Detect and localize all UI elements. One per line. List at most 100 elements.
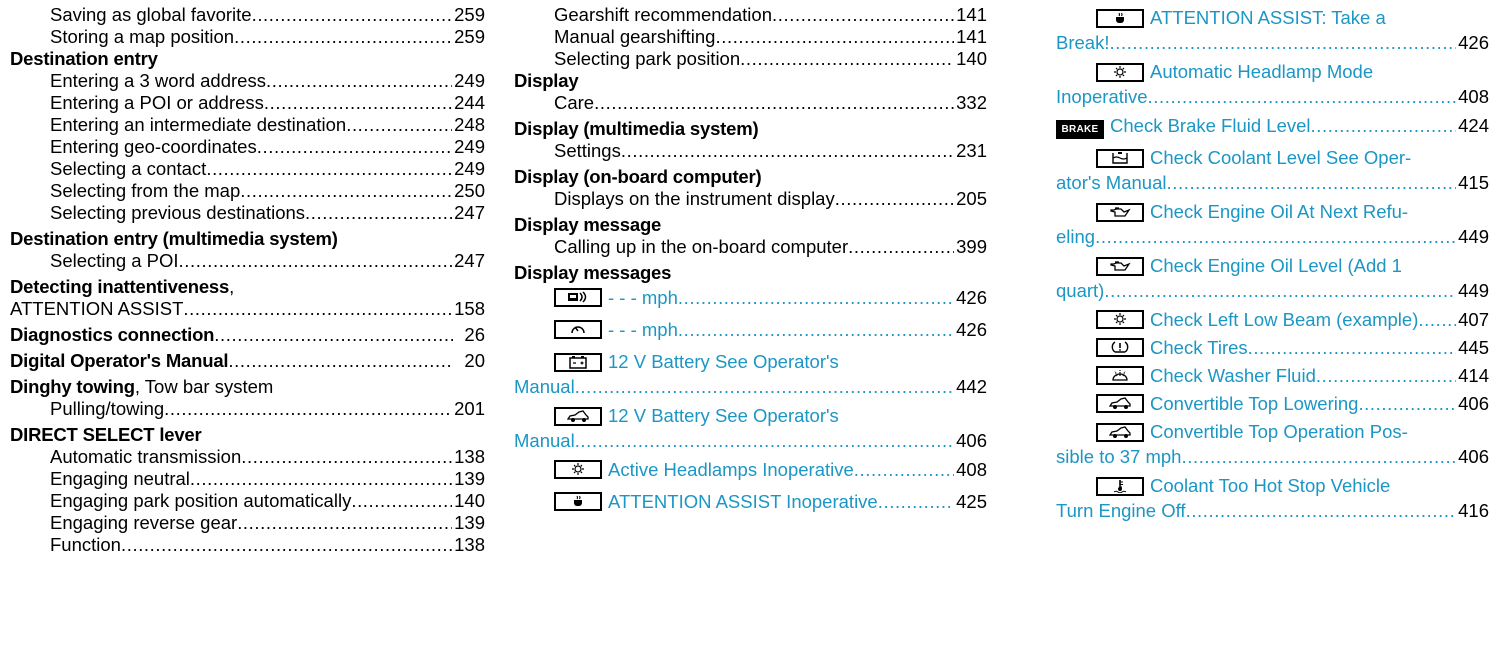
page-number: 247 [454, 250, 485, 271]
page-number: 141 [956, 26, 987, 47]
index-entry[interactable]: Settings231 [514, 140, 987, 162]
index-entry[interactable]: Entering geo-coordinates249 [10, 136, 485, 158]
index-heading: Display [514, 70, 579, 91]
index-entry[interactable]: Gearshift recommendation141 [514, 4, 987, 26]
distance-assist-icon [554, 287, 602, 307]
index-heading: Display messages [514, 262, 672, 283]
index-entry[interactable]: Manual gearshifting141 [514, 26, 987, 48]
display-message-entry[interactable]: ATTENTION ASSIST Inoperative425 [514, 488, 987, 516]
display-message-entry[interactable]: Convertible Top Lowering406 [1056, 390, 1489, 418]
index-entry[interactable]: Engaging park position automatically140 [10, 490, 485, 512]
page-number: 442 [956, 376, 987, 397]
headlamp-sun-icon [554, 459, 602, 479]
page-number: 231 [956, 140, 987, 161]
page-number: 332 [956, 92, 987, 113]
page-number: 416 [1458, 500, 1489, 521]
index-entry[interactable]: Entering an intermediate destination248 [10, 114, 485, 136]
index-entry[interactable]: Pulling/towing201 [10, 398, 485, 420]
display-message-entry-second-line[interactable]: sible to 37 mph406 [1056, 446, 1489, 468]
index-entry[interactable]: Automatic transmission138 [10, 446, 485, 468]
convertible-car-icon [1096, 422, 1144, 442]
page-number: 445 [1458, 337, 1489, 358]
index-entry[interactable]: Saving as global favorite259 [10, 4, 485, 26]
page-number: 248 [454, 114, 485, 135]
index-heading: Destination entry [10, 48, 158, 69]
page-number: 249 [454, 158, 485, 179]
page-number: 408 [956, 459, 987, 480]
display-message-entry-second-line[interactable]: Manual442 [514, 376, 987, 398]
display-message-entry[interactable]: Check Washer Fluid414 [1056, 362, 1489, 390]
index-entry[interactable]: Selecting from the map250 [10, 180, 485, 202]
page-number: 140 [956, 48, 987, 69]
index-entry[interactable]: Storing a map position259 [10, 26, 485, 48]
index-entry[interactable]: Entering a 3 word address249 [10, 70, 485, 92]
index-heading: Destination entry (multimedia system) [10, 228, 338, 249]
page-number: 259 [454, 4, 485, 25]
tire-pressure-icon [1096, 337, 1144, 357]
index-entry[interactable]: Displays on the instrument display205 [514, 188, 987, 210]
display-message-entry-second-line[interactable]: Turn Engine Off416 [1056, 500, 1489, 522]
oil-can-icon [1096, 202, 1144, 222]
display-message-entry-first-line[interactable]: Coolant Too Hot Stop Vehicle [1056, 472, 1489, 500]
index-heading-dinghy: Dinghy towing, Tow bar system [10, 376, 274, 397]
display-message-entry[interactable]: BRAKE Check Brake Fluid Level424 [1056, 112, 1489, 140]
display-message-entry[interactable]: - - - mph426 [514, 316, 987, 344]
index-entry[interactable]: Engaging neutral139 [10, 468, 485, 490]
page-number: 449 [1458, 280, 1489, 301]
page-number: 250 [454, 180, 485, 201]
page-number: 424 [1458, 115, 1489, 136]
index-entry[interactable]: Engaging reverse gear139 [10, 512, 485, 534]
washer-fluid-icon [1096, 365, 1144, 385]
display-message-entry-first-line[interactable]: ATTENTION ASSIST: Take a [1056, 4, 1489, 32]
display-message-entry-first-line[interactable]: 12 V Battery See Operator's [514, 348, 987, 376]
page-number: 20 [464, 350, 485, 371]
index-heading-entry[interactable]: Digital Operator's Manual20 [10, 350, 485, 372]
page-number: 138 [454, 534, 485, 555]
page-number: 425 [956, 491, 987, 512]
coolant-reservoir-icon [1096, 148, 1144, 168]
index-entry[interactable]: Function138 [10, 534, 485, 556]
page-number: 138 [454, 446, 485, 467]
display-message-entry-second-line[interactable]: quart)449 [1056, 280, 1489, 302]
index-heading: Display message [514, 214, 662, 235]
index-heading: Display (on-board computer) [514, 166, 762, 187]
display-message-entry-second-line[interactable]: ator's Manual415 [1056, 172, 1489, 194]
display-message-entry-second-line[interactable]: Inoperative408 [1056, 86, 1489, 108]
page-number: 205 [956, 188, 987, 209]
display-message-entry-first-line[interactable]: Convertible Top Operation Pos- [1056, 418, 1489, 446]
display-message-entry[interactable]: Check Tires445 [1056, 334, 1489, 362]
page-number: 158 [454, 298, 485, 319]
index-entry[interactable]: Selecting previous destinations247 [10, 202, 485, 224]
page-number: 244 [454, 92, 485, 113]
display-message-entry[interactable]: Active Headlamps Inoperative408 [514, 456, 987, 484]
index-entry[interactable]: Selecting park position140 [514, 48, 987, 70]
display-message-entry[interactable]: Check Left Low Beam (example)407 [1056, 306, 1489, 334]
page-number: 426 [1458, 32, 1489, 53]
display-message-entry-first-line[interactable]: Check Engine Oil Level (Add 1 [1056, 252, 1489, 280]
display-message-entry-first-line[interactable]: Check Coolant Level See Oper- [1056, 144, 1489, 172]
display-message-entry-first-line[interactable]: Automatic Headlamp Mode [1056, 58, 1489, 86]
page-number: 426 [956, 287, 987, 308]
page-number: 406 [1458, 393, 1489, 414]
coffee-cup-icon [554, 491, 602, 511]
display-message-entry-second-line[interactable]: eling449 [1056, 226, 1489, 248]
index-entry[interactable]: Entering a POI or address244 [10, 92, 485, 114]
index-heading-detecting: Detecting inattentiveness, [10, 276, 235, 297]
battery-icon [554, 352, 602, 372]
display-message-entry-second-line[interactable]: Break!426 [1056, 32, 1489, 54]
page-number: 414 [1458, 365, 1489, 386]
page-number: 415 [1458, 172, 1489, 193]
display-message-entry-first-line[interactable]: Check Engine Oil At Next Refu- [1056, 198, 1489, 226]
index-entry[interactable]: Care332 [514, 92, 987, 114]
brake-icon: BRAKE [1056, 120, 1104, 139]
index-entry[interactable]: Selecting a POI247 [10, 250, 485, 272]
display-message-entry-second-line[interactable]: Manual406 [514, 430, 987, 452]
index-entry[interactable]: Selecting a contact249 [10, 158, 485, 180]
display-message-entry[interactable]: - - - mph426 [514, 284, 987, 312]
page-number: 408 [1458, 86, 1489, 107]
index-entry[interactable]: Calling up in the on-board computer399 [514, 236, 987, 258]
page-number: 201 [454, 398, 485, 419]
display-message-entry-first-line[interactable]: 12 V Battery See Operator's [514, 402, 987, 430]
index-heading-entry[interactable]: Diagnostics connection26 [10, 324, 485, 346]
index-entry[interactable]: ATTENTION ASSIST158 [10, 298, 485, 320]
